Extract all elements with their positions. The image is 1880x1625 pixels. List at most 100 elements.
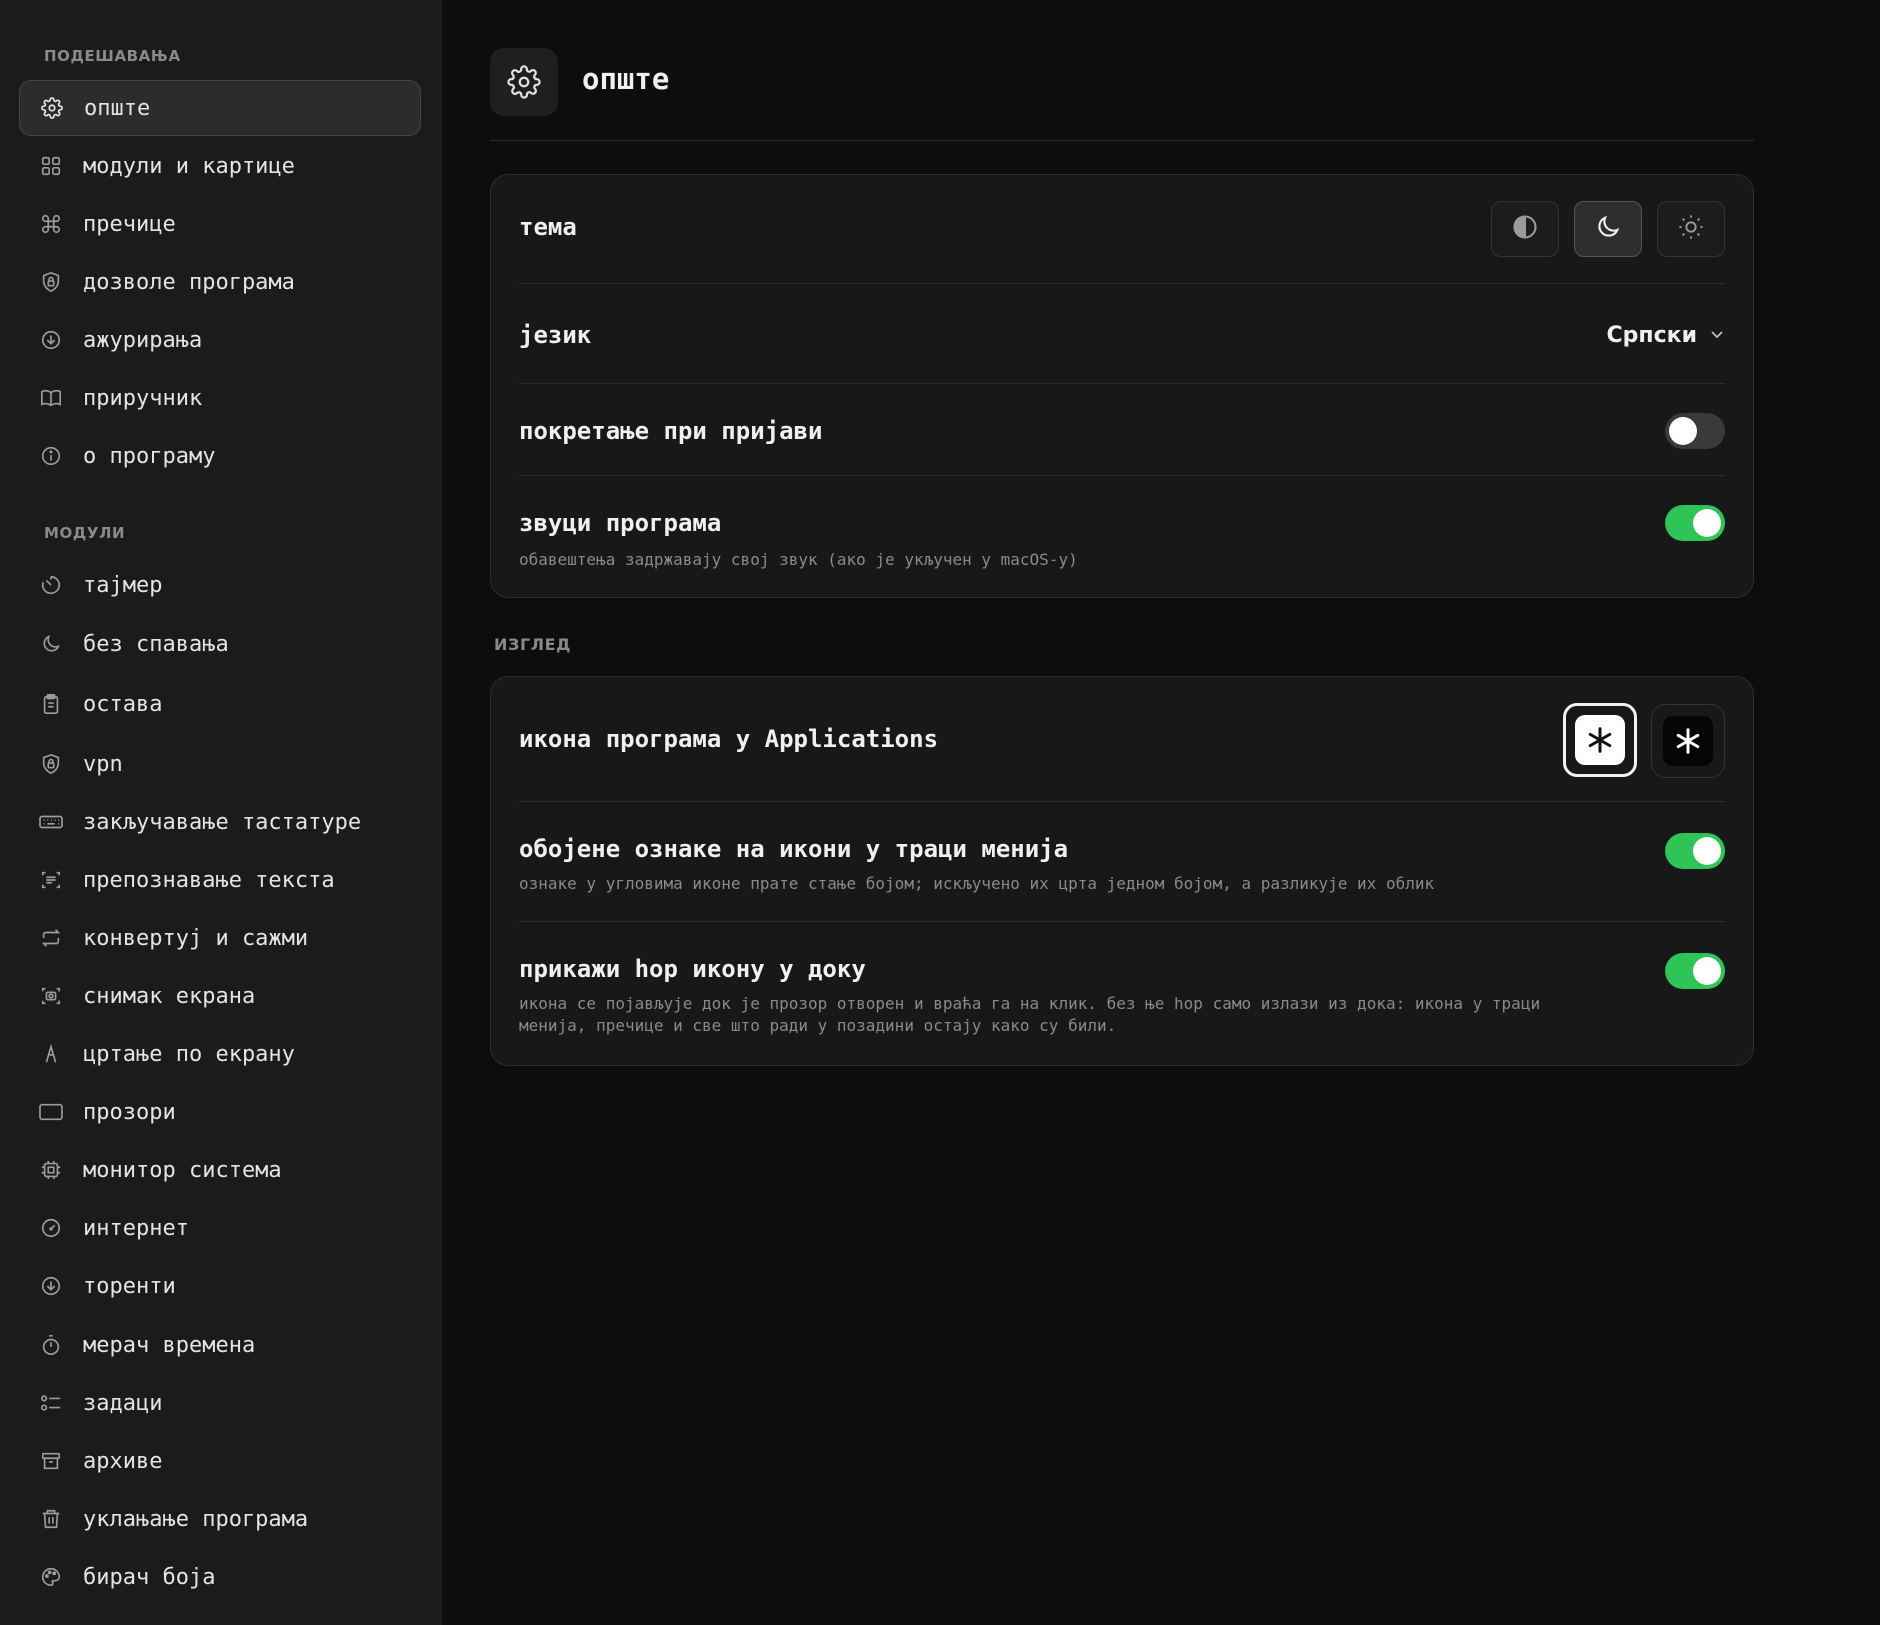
sidebar-item-label: препознавање текста	[83, 867, 335, 893]
toggle-knob	[1693, 509, 1721, 537]
sidebar-item-screenshot[interactable]: снимак екрана	[19, 968, 421, 1024]
convert-icon	[38, 925, 64, 951]
screenshot-icon	[38, 983, 64, 1009]
app-icon-row: икона програма у Applications	[519, 703, 1725, 779]
sidebar: ПОДЕШАВАЊА опште модули и картице пречиц…	[0, 0, 442, 1625]
page-title: опште	[582, 62, 670, 96]
sidebar-item-vpn[interactable]: vpn	[19, 736, 421, 792]
contrast-icon	[1511, 213, 1539, 245]
colored-markers-toggle[interactable]	[1665, 833, 1725, 869]
sidebar-item-archives[interactable]: архиве	[19, 1433, 421, 1489]
row-divider	[519, 383, 1725, 384]
sidebar-item-shortcuts[interactable]: пречице	[19, 196, 421, 252]
sidebar-item-label: дозволе програма	[83, 269, 295, 295]
dock-icon-row: прикажи hop икону у доку икона се појављ…	[519, 953, 1725, 1053]
sidebar-item-updates[interactable]: ажурирања	[19, 312, 421, 368]
timer-icon	[38, 572, 64, 598]
sidebar-item-timer[interactable]: тајмер	[19, 557, 421, 613]
app-icon-label: икона програма у Applications	[519, 725, 939, 753]
sidebar-item-label: снимак екрана	[83, 983, 256, 1009]
sidebar-item-modules-cards[interactable]: модули и картице	[19, 138, 421, 194]
sidebar-item-label: ажурирања	[83, 327, 203, 353]
sidebar-item-label: интернет	[83, 1215, 189, 1241]
sidebar-item-manual[interactable]: приручник	[19, 370, 421, 426]
download-circle-icon	[38, 327, 64, 353]
dock-icon-description: икона се појављује док је прозор отворен…	[519, 994, 1541, 1035]
sounds-toggle[interactable]	[1665, 505, 1725, 541]
login-toggle[interactable]	[1665, 413, 1725, 449]
trash-icon	[38, 1506, 64, 1532]
toggle-knob	[1669, 417, 1697, 445]
sidebar-item-label: закључавање тастатуре	[83, 809, 362, 835]
toggle-knob	[1693, 957, 1721, 985]
sidebar-item-label: цртање по екрану	[83, 1041, 295, 1067]
download-circle-icon	[38, 1273, 64, 1299]
shield-lock-icon	[38, 751, 64, 777]
dock-icon-toggle[interactable]	[1665, 953, 1725, 989]
sidebar-item-internet[interactable]: интернет	[19, 1200, 421, 1256]
sidebar-item-tasks[interactable]: задаци	[19, 1375, 421, 1431]
theme-label: тема	[519, 213, 577, 241]
sidebar-item-about[interactable]: о програму	[19, 428, 421, 484]
sidebar-item-uninstall[interactable]: уклањање програма	[19, 1491, 421, 1547]
sidebar-item-stopwatch[interactable]: мерач времена	[19, 1317, 421, 1373]
sidebar-item-label: прозори	[83, 1099, 176, 1125]
language-row: језик Српски	[519, 321, 1725, 361]
sidebar-item-label: задаци	[83, 1390, 163, 1416]
sidebar-item-general[interactable]: опште	[19, 80, 421, 136]
theme-light-button[interactable]	[1657, 201, 1725, 257]
app-icon-light-option[interactable]	[1563, 703, 1637, 777]
language-select[interactable]: Српски	[1607, 323, 1725, 348]
sidebar-item-label: опште	[84, 95, 151, 121]
sidebar-item-color-picker[interactable]: бирач боја	[19, 1549, 421, 1605]
appearance-section-label: ИЗГЛЕД	[494, 635, 572, 654]
theme-auto-button[interactable]	[1491, 201, 1559, 257]
sidebar-item-label: мерач времена	[83, 1332, 256, 1358]
asterisk-icon	[1575, 715, 1625, 765]
general-settings-card: тема језик Српски покретање при пријави …	[490, 174, 1754, 598]
colored-markers-label: обојене ознаке на икони у траци менија	[519, 835, 1069, 863]
text-scan-icon	[38, 867, 64, 893]
shield-lock-icon	[38, 269, 64, 295]
moon-icon	[38, 631, 64, 657]
sidebar-item-permissions[interactable]: дозволе програма	[19, 254, 421, 310]
sounds-label: звуци програма	[519, 509, 722, 537]
sounds-description: обавештења задржавају свој звук (ако је …	[519, 550, 1078, 569]
sidebar-section-modules: МОДУЛИ	[44, 524, 126, 542]
sidebar-item-screen-draw[interactable]: цртање по екрану	[19, 1026, 421, 1082]
sidebar-item-label: без спавања	[83, 631, 229, 657]
sidebar-item-label: монитор система	[83, 1157, 282, 1183]
sidebar-item-no-sleep[interactable]: без спавања	[19, 616, 421, 672]
sidebar-item-label: тајмер	[83, 572, 163, 598]
sidebar-item-label: о програму	[83, 443, 216, 469]
sidebar-item-label: остава	[83, 691, 163, 717]
language-value: Српски	[1606, 323, 1697, 348]
row-divider	[519, 801, 1725, 802]
app-icon-dark-option[interactable]	[1651, 704, 1725, 778]
sidebar-item-text-recognition[interactable]: препознавање текста	[19, 852, 421, 908]
row-divider	[519, 283, 1725, 284]
sidebar-item-label: архиве	[83, 1448, 163, 1474]
asterisk-icon	[1663, 716, 1713, 766]
row-divider	[519, 921, 1725, 922]
sidebar-item-convert[interactable]: конвертуј и сажми	[19, 910, 421, 966]
sidebar-item-torrents[interactable]: торенти	[19, 1258, 421, 1314]
chevron-down-icon	[1709, 326, 1725, 346]
window-icon	[38, 1099, 64, 1125]
colored-markers-description: ознаке у угловима иконе прате стање бојо…	[519, 874, 1435, 893]
sidebar-item-windows[interactable]: прозори	[19, 1084, 421, 1140]
sidebar-item-clipboard[interactable]: остава	[19, 676, 421, 732]
pen-icon	[38, 1041, 64, 1067]
colored-markers-row: обојене ознаке на икони у траци менија о…	[519, 833, 1725, 903]
archive-icon	[38, 1448, 64, 1474]
toggle-knob	[1693, 837, 1721, 865]
command-icon	[38, 211, 64, 237]
cpu-icon	[38, 1157, 64, 1183]
sidebar-item-system-monitor[interactable]: монитор система	[19, 1142, 421, 1198]
sidebar-item-label: модули и картице	[83, 153, 295, 179]
theme-dark-button[interactable]	[1574, 201, 1642, 257]
clipboard-icon	[38, 691, 64, 717]
sidebar-item-keyboard-lock[interactable]: закључавање тастатуре	[19, 794, 421, 850]
sidebar-item-label: уклањање програма	[83, 1506, 309, 1532]
sidebar-item-label: приручник	[83, 385, 203, 411]
